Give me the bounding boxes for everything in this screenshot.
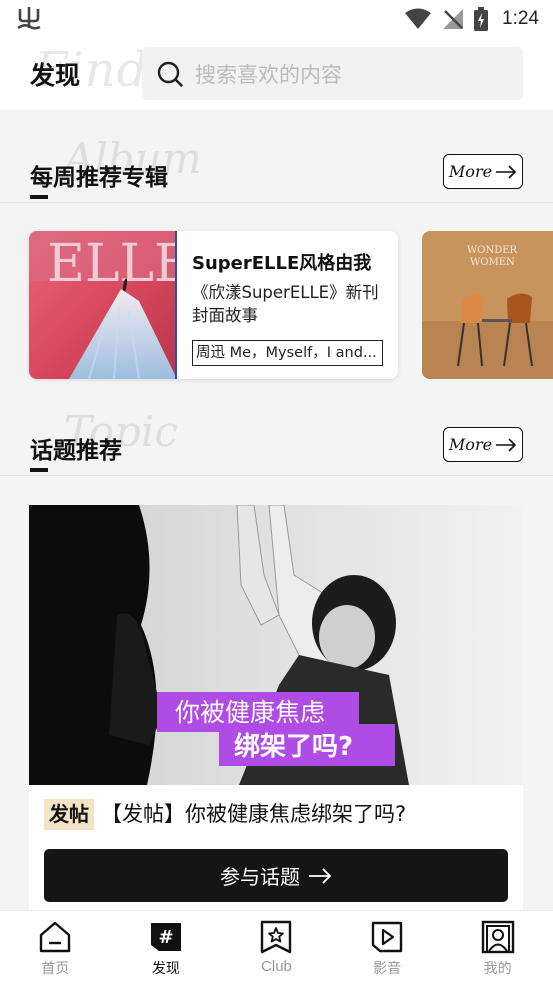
wifi-icon (405, 8, 432, 29)
album-description: 《欣漾SuperELLE》新刊封面故事 (192, 283, 379, 325)
album-title: SuperELLE风格由我 (192, 253, 372, 274)
nav-label-home: 首页 (41, 961, 70, 977)
svg-text:WONDER: WONDER (467, 245, 518, 256)
topic-image-caption-line1: 你被健康焦虑 (175, 698, 325, 727)
hashtag-icon: # (150, 923, 181, 951)
join-topic-button[interactable]: 参与话题 (44, 849, 508, 902)
nav-label-media: 影音 (373, 961, 402, 977)
video-book-icon (371, 921, 403, 953)
album-card-partial[interactable]: WONDER WOMEN (422, 231, 553, 379)
album-card[interactable]: ELLE SuperELLE风格由我 《欣漾SuperELLE》新刊封面故事 周… (29, 231, 398, 379)
profile-icon (481, 920, 514, 954)
nav-label-profile: 我的 (483, 961, 512, 977)
app-notification-icon (17, 7, 41, 30)
nav-label-discover: 发现 (151, 961, 180, 977)
more-label: More (448, 162, 493, 181)
join-topic-label: 参与话题 (220, 865, 300, 889)
nav-item-home[interactable]: 首页 (0, 911, 111, 983)
topic-title: 【发帖】你被健康焦虑绑架了吗? (101, 802, 407, 826)
arrow-right-icon (309, 867, 332, 884)
nav-item-discover[interactable]: # 发现 (111, 911, 222, 983)
albums-section-title: 每周推荐专辑 (30, 165, 168, 191)
more-label: More (448, 435, 493, 454)
arrow-right-icon (496, 164, 517, 179)
topic-card[interactable]: 你被健康焦虑 绑架了吗? 发帖 【发帖】你被健康焦虑绑架了吗? 参与话题 (29, 505, 523, 915)
svg-text:WOMEN: WOMEN (470, 257, 515, 268)
albums-more-button[interactable]: More (443, 154, 523, 189)
nav-label-club: Club (261, 958, 292, 975)
page-header: Find 发现 搜索喜欢的内容 (0, 38, 553, 110)
search-input[interactable]: 搜索喜欢的内容 (142, 47, 523, 100)
bottom-navigation: 首页 # 发现 Club 影音 我的 (0, 910, 553, 983)
section-underline (30, 195, 48, 199)
album-cover-image: ELLE (29, 231, 177, 379)
status-time: 1:24 (502, 8, 539, 29)
no-signal-icon (443, 9, 464, 29)
albums-section-header: Album 每周推荐专辑 More (0, 114, 553, 206)
album-cover-image: WONDER WOMEN (422, 231, 553, 379)
arrow-right-icon (496, 437, 517, 452)
nav-item-media[interactable]: 影音 (332, 911, 443, 983)
topic-cover-image: 你被健康焦虑 绑架了吗? (29, 505, 523, 785)
topics-section-title: 话题推荐 (30, 438, 122, 464)
topic-badge: 发帖 (44, 799, 94, 830)
section-underline (30, 468, 48, 472)
nav-item-club[interactable]: Club (221, 911, 332, 983)
topic-image-caption-line2: 绑架了吗? (234, 732, 353, 762)
topics-section-header: Topic 话题推荐 More (0, 387, 553, 479)
star-bookmark-icon (261, 920, 292, 954)
svg-text:ELLE: ELLE (47, 234, 177, 294)
svg-text:#: # (158, 927, 173, 948)
section-divider (0, 475, 553, 476)
page-title: 发现 (30, 61, 81, 90)
topics-more-button[interactable]: More (443, 427, 523, 462)
search-icon (157, 61, 183, 87)
section-divider (0, 202, 553, 203)
home-icon (40, 921, 71, 953)
album-tag: 周迅 Me，Myself，I and... (192, 340, 383, 366)
status-bar: 1:24 (0, 0, 553, 38)
search-placeholder: 搜索喜欢的内容 (195, 62, 342, 87)
battery-icon (474, 7, 489, 31)
nav-item-profile[interactable]: 我的 (442, 911, 553, 983)
